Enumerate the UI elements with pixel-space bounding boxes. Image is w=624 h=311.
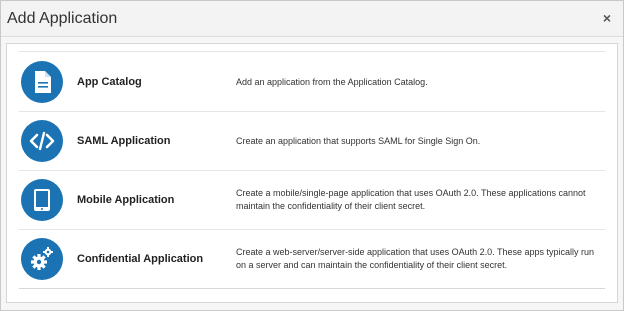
add-application-dialog: Add Application × App Catalog Add an app… (0, 0, 624, 311)
close-icon[interactable]: × (600, 10, 614, 26)
option-name: Mobile Application (77, 194, 175, 206)
option-name: SAML Application (77, 135, 171, 147)
dialog-header: Add Application × (1, 1, 623, 37)
divider (19, 51, 605, 52)
option-description: Create a web-server/server-side applicat… (236, 247, 595, 270)
tablet-icon (21, 179, 63, 221)
option-name: App Catalog (77, 76, 142, 88)
saml-application-option[interactable]: SAML Application Create an application t… (19, 112, 605, 171)
option-description: Add an application from the Application … (236, 77, 428, 87)
option-description: Create an application that supports SAML… (236, 136, 481, 146)
mobile-application-option[interactable]: Mobile Application Create a mobile/singl… (19, 171, 605, 230)
option-name: Confidential Application (77, 253, 204, 265)
option-description: Create a mobile/single-page application … (236, 188, 586, 211)
dialog-title: Add Application (7, 10, 118, 27)
code-brackets-icon (21, 120, 63, 162)
gears-icon (21, 238, 63, 280)
document-icon (21, 61, 63, 103)
application-list: App Catalog Add an application from the … (6, 43, 618, 303)
confidential-application-option[interactable]: Confidential Application Create a web-se… (19, 230, 605, 289)
app-catalog-option[interactable]: App Catalog Add an application from the … (19, 53, 605, 112)
